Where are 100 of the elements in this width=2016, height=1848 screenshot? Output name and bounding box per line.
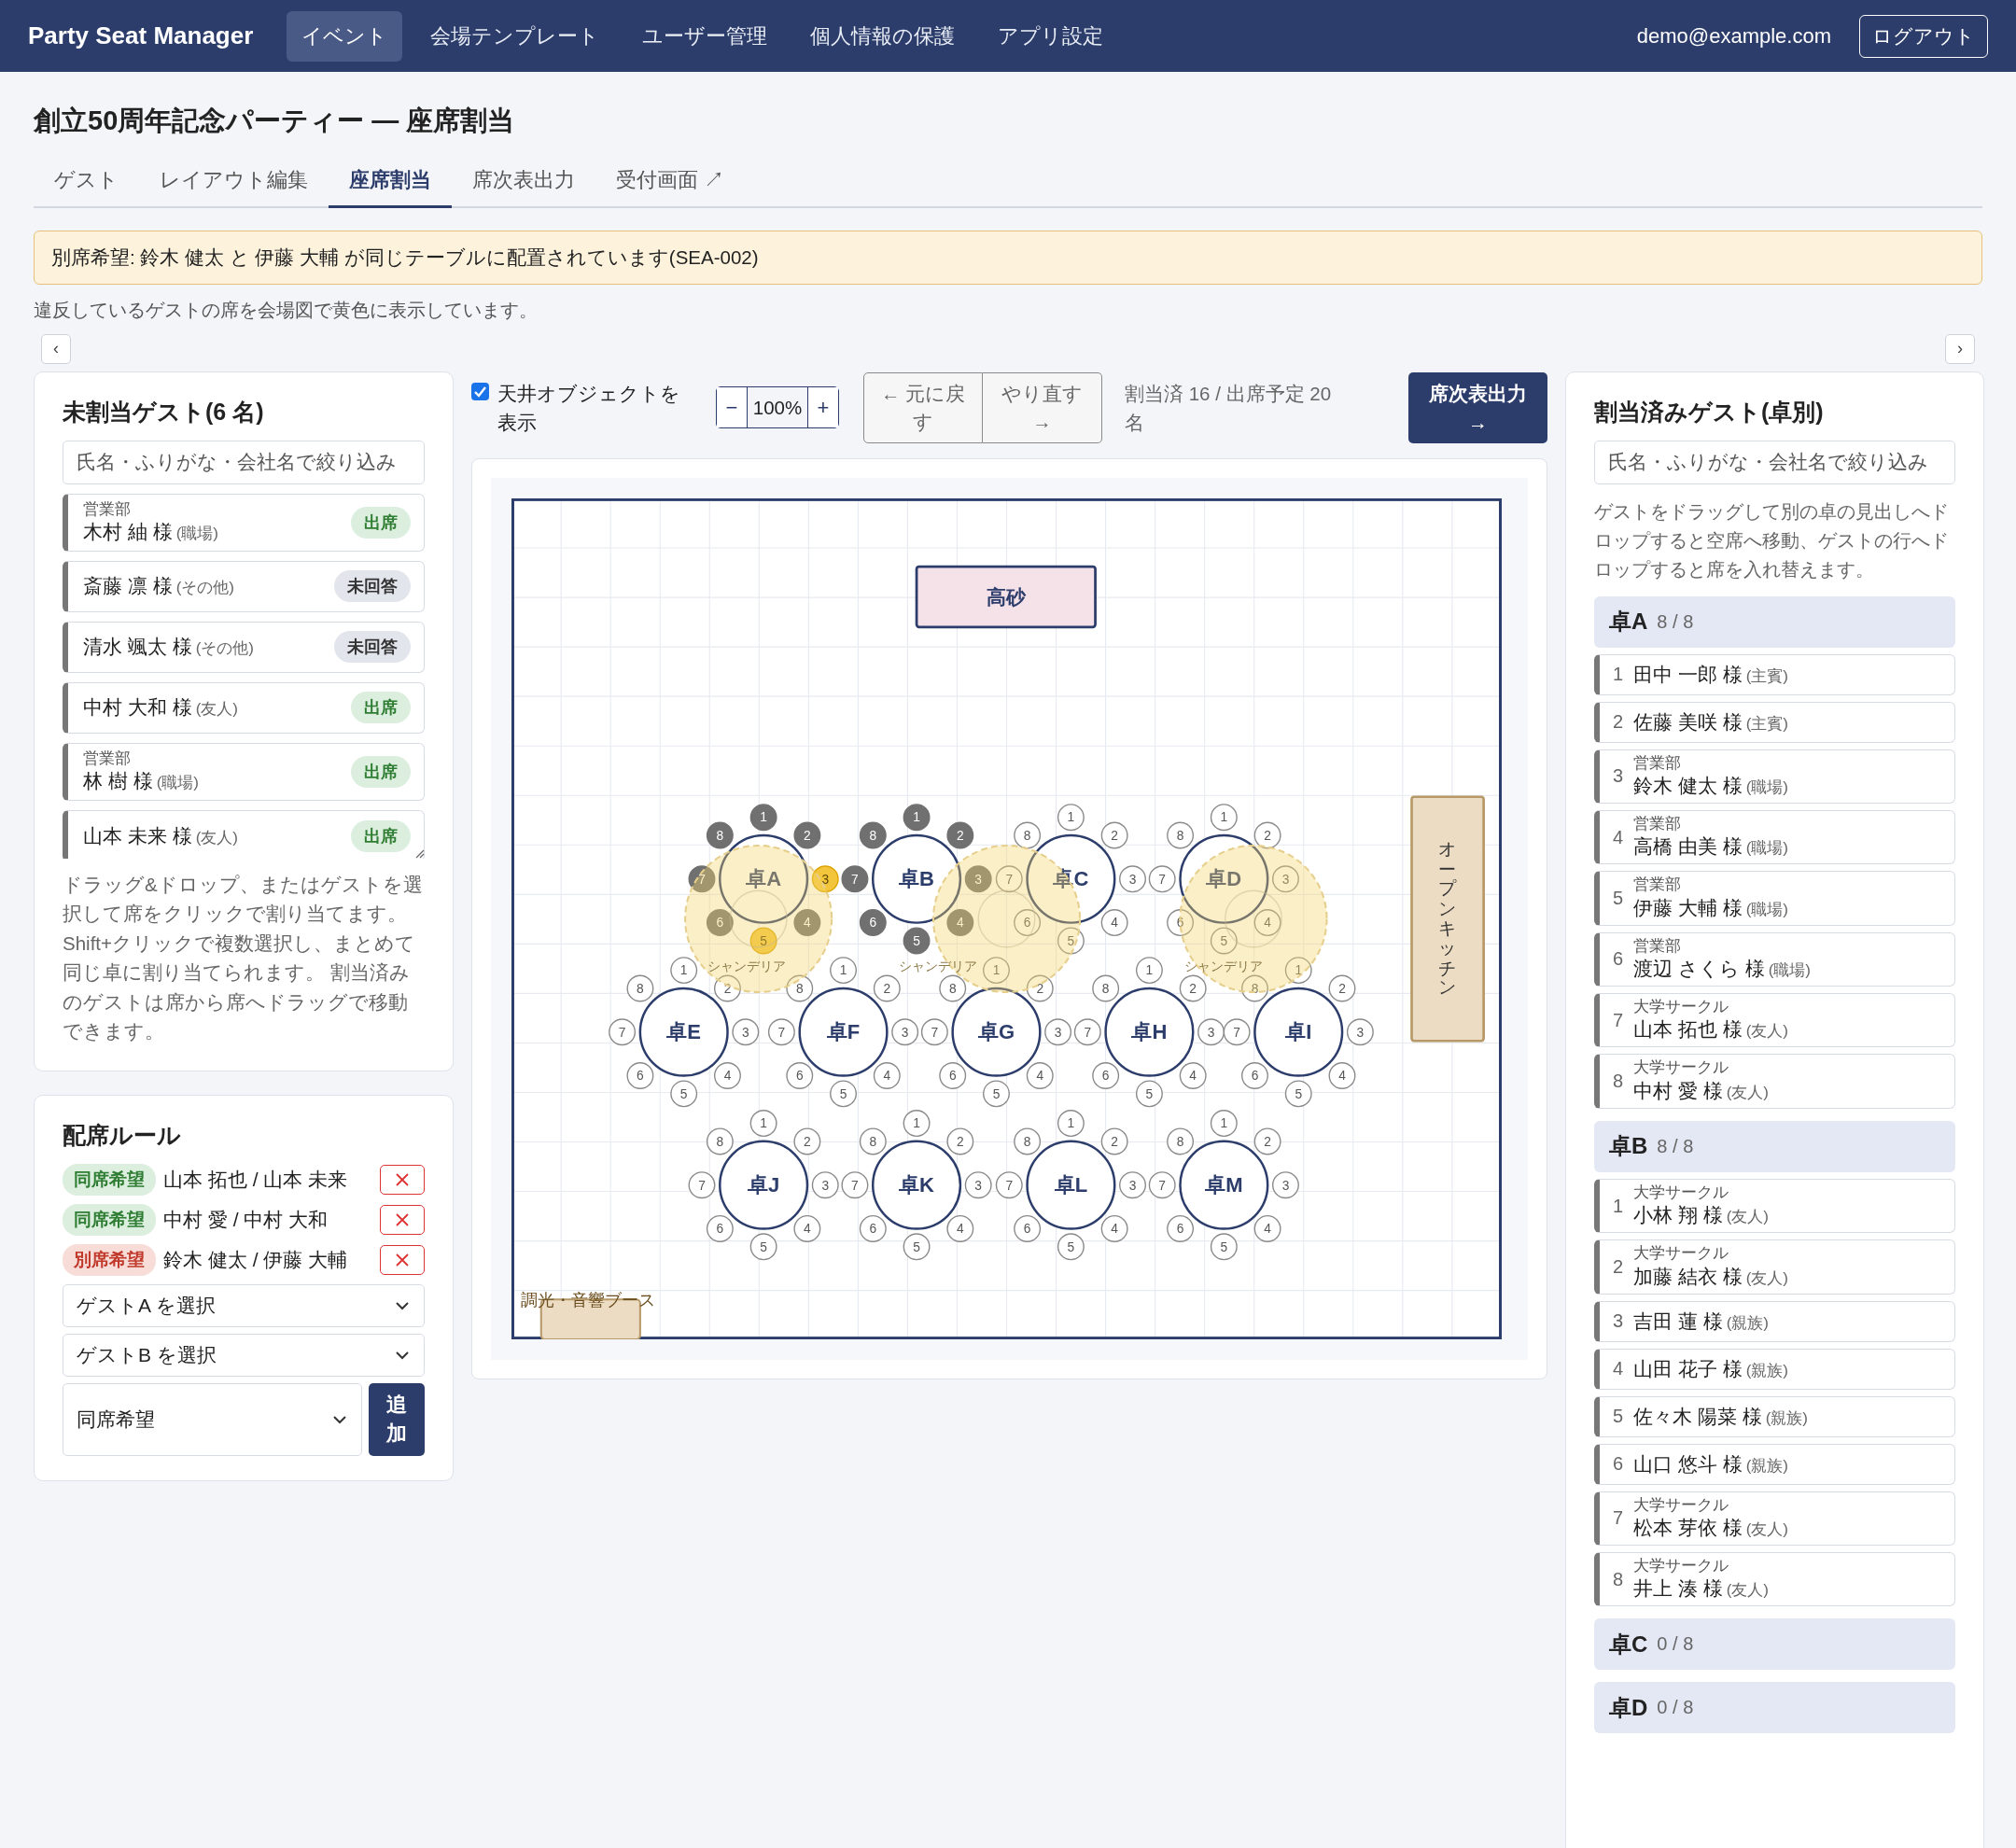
remove-button[interactable] (380, 1204, 425, 1235)
seat[interactable]: 3 (1346, 1017, 1374, 1045)
seat[interactable]: 4 (1100, 908, 1128, 936)
kitchen-area[interactable]: オープンキッチン (1410, 794, 1485, 1043)
seat[interactable]: 6 (1241, 1061, 1268, 1089)
seat[interactable]: 4 (1179, 1061, 1207, 1089)
app-brand[interactable]: Party Seat Manager (28, 21, 254, 50)
zoom-in-button[interactable]: + (808, 387, 838, 427)
seat[interactable]: 2 (1100, 1127, 1128, 1155)
guest-row[interactable]: 2 佐藤 美咲 様 (主賓) (1594, 701, 1955, 743)
seat[interactable]: 7 (1223, 1017, 1251, 1045)
seat[interactable]: 2 (873, 974, 901, 1001)
seat[interactable]: 2 (714, 974, 741, 1001)
seat[interactable]: 1 (1210, 1109, 1238, 1137)
nav-link[interactable]: 会場テンプレート (415, 10, 615, 62)
seat[interactable]: 8 (1014, 1127, 1042, 1155)
nav-link[interactable]: アプリ設定 (983, 10, 1119, 62)
logout-button[interactable]: ログアウト (1859, 14, 1988, 58)
seat[interactable]: 6 (626, 1061, 654, 1089)
seat[interactable]: 2 (946, 821, 974, 848)
nav-link[interactable]: ユーザー管理 (627, 10, 783, 62)
seat[interactable]: 8 (859, 1127, 887, 1155)
seat[interactable]: 3 (1197, 1017, 1225, 1045)
add-button[interactable]: 追加 (369, 1382, 425, 1456)
search-field[interactable]: 氏名・ふりがな・会社名で絞り込み (1594, 440, 1955, 484)
seat[interactable]: 3 (1119, 864, 1146, 892)
guest-card[interactable]: 中村 大和 様 (友人) 出席 (63, 681, 425, 734)
table-header[interactable]: 卓C 0 / 8 (1594, 1618, 1955, 1671)
table-header[interactable]: 卓D 0 / 8 (1594, 1682, 1955, 1734)
seat[interactable]: 7 (841, 1170, 869, 1198)
seat[interactable]: 6 (1014, 1214, 1042, 1242)
seat[interactable]: 4 (1026, 1061, 1054, 1089)
tab[interactable]: レイアウト編集 (139, 157, 329, 208)
seat[interactable]: 2 (1026, 974, 1054, 1001)
nav-link[interactable]: 個人情報の保護 (795, 10, 971, 62)
seat[interactable]: 4 (1253, 1214, 1281, 1242)
seat[interactable]: 5 (1210, 1232, 1238, 1260)
checkbox[interactable] (471, 382, 489, 400)
export-button[interactable]: 席次表出力 → (1408, 371, 1547, 443)
guest-row[interactable]: 5 佐々木 陽菜 様 (親族) (1594, 1395, 1955, 1437)
seat[interactable]: 8 (1167, 821, 1195, 848)
tab[interactable]: ゲスト (34, 157, 139, 208)
seat[interactable]: 2 (1179, 974, 1207, 1001)
seat[interactable]: 5 (670, 1079, 698, 1107)
seat[interactable]: 2 (1253, 1127, 1281, 1155)
seat[interactable]: 8 (626, 974, 654, 1001)
seat[interactable]: 5 (1135, 1079, 1163, 1107)
seat[interactable]: 8 (706, 821, 734, 848)
guest-row[interactable]: 1 田中 一郎 様 (主賓) (1594, 653, 1955, 695)
tab[interactable]: 受付画面 ↗ (595, 157, 746, 208)
guest-select[interactable]: ゲストB を選択 (63, 1333, 425, 1377)
seat[interactable]: 5 (903, 1232, 931, 1260)
seat[interactable]: 4 (873, 1061, 901, 1089)
seat[interactable]: 1 (1135, 956, 1163, 984)
seat[interactable]: 3 (1044, 1017, 1072, 1045)
seat[interactable]: 7 (920, 1017, 948, 1045)
zoom-out-button[interactable]: − (717, 387, 747, 427)
seat[interactable]: 3 (964, 1170, 992, 1198)
collapse-right-button[interactable]: › (1945, 333, 1975, 364)
seat[interactable]: 1 (1210, 803, 1238, 831)
seat[interactable]: 2 (1253, 821, 1281, 848)
tab[interactable]: 座席割当 (329, 157, 452, 208)
seat[interactable]: 2 (1328, 974, 1356, 1001)
seat[interactable]: 8 (1014, 821, 1042, 848)
nav-link[interactable]: イベント (287, 10, 403, 62)
seat[interactable]: 1 (903, 803, 931, 831)
seat[interactable]: 2 (946, 1127, 974, 1155)
seat[interactable]: 4 (1328, 1061, 1356, 1089)
guest-row[interactable]: 4 山田 花子 様 (親族) (1594, 1348, 1955, 1390)
remove-button[interactable] (380, 1244, 425, 1275)
seat[interactable]: 7 (841, 864, 869, 892)
redo-button[interactable]: やり直す → (983, 371, 1102, 443)
seat[interactable]: 7 (609, 1017, 637, 1045)
seat[interactable]: 6 (859, 1214, 887, 1242)
guest-card[interactable]: 清水 颯太 様 (その他) 未回答 (63, 621, 425, 673)
seat[interactable]: 3 (1272, 1170, 1299, 1198)
seat[interactable]: 5 (1284, 1079, 1312, 1107)
guest-row[interactable]: 6 山口 悠斗 様 (親族) (1594, 1443, 1955, 1485)
seat[interactable]: 8 (939, 974, 967, 1001)
head-table[interactable]: 高砂 (915, 565, 1097, 628)
seat[interactable]: 6 (939, 1061, 967, 1089)
seat[interactable]: 8 (859, 821, 887, 848)
rule-type-select[interactable]: 同席希望 (63, 1382, 362, 1456)
seat[interactable]: 8 (1167, 1127, 1195, 1155)
seat[interactable]: 4 (1100, 1214, 1128, 1242)
guest-card[interactable]: 営業部 木村 紬 様 (職場) 出席 (63, 493, 425, 552)
seat[interactable]: 1 (1057, 1109, 1085, 1137)
seat[interactable]: 6 (786, 1061, 814, 1089)
seat[interactable]: 3 (811, 1170, 839, 1198)
seat[interactable]: 5 (903, 926, 931, 954)
seat[interactable]: 5 (830, 1079, 857, 1107)
seat[interactable]: 6 (1092, 1061, 1120, 1089)
seat[interactable]: 7 (1148, 864, 1176, 892)
seat[interactable]: 7 (995, 1170, 1023, 1198)
seat[interactable]: 2 (1100, 821, 1128, 848)
seat[interactable]: 4 (946, 1214, 974, 1242)
seat[interactable]: 6 (859, 908, 887, 936)
seat[interactable]: 5 (983, 1079, 1010, 1107)
remove-button[interactable] (380, 1164, 425, 1195)
seat[interactable]: 3 (732, 1017, 760, 1045)
